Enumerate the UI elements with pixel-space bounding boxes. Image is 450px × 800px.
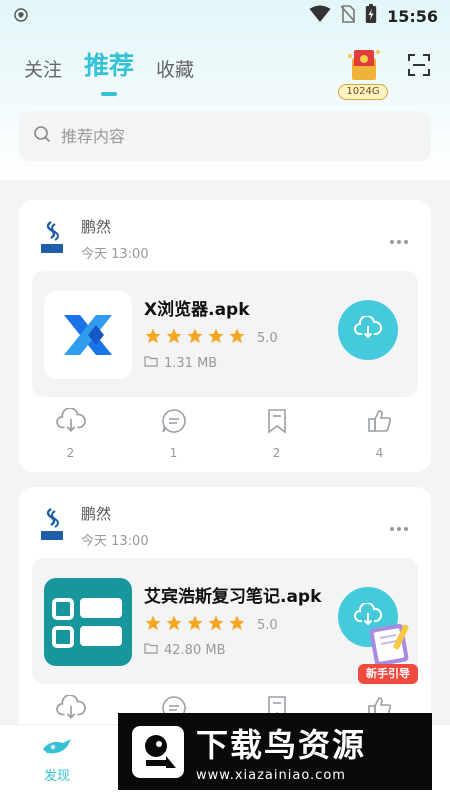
tab-follow[interactable]: 关注 bbox=[24, 55, 62, 82]
rating-stars: 5.0 bbox=[144, 327, 278, 349]
app-attachment[interactable]: X浏览器.apk 5.0 1.31 MB bbox=[32, 271, 418, 397]
star-icon bbox=[228, 614, 246, 636]
newbie-guide-button[interactable]: 新手引导 bbox=[358, 618, 418, 684]
watermark-logo bbox=[130, 724, 186, 780]
watermark-banner: 下载鸟资源 www.xiazainiao.com bbox=[118, 713, 432, 790]
app-size-value: 1.31 MB bbox=[164, 355, 218, 371]
post-card: 鹏然 今天 13:00 艾宾浩斯复习笔记.apk 5.0 42.80 MB bbox=[19, 487, 431, 747]
post-card: 鹏然 今天 13:00 X浏览器.apk 5.0 1.31 MB 2 1 2 4 bbox=[19, 200, 431, 472]
post-author[interactable]: 鹏然 今天 13:00 bbox=[39, 503, 149, 549]
author-avatar bbox=[39, 507, 65, 541]
download-button[interactable] bbox=[338, 300, 398, 360]
bookmark-icon bbox=[266, 408, 288, 438]
no-sim-icon bbox=[340, 5, 356, 27]
more-icon[interactable] bbox=[389, 230, 409, 249]
tab-favorites[interactable]: 收藏 bbox=[156, 55, 194, 82]
shield-icon bbox=[14, 7, 28, 26]
search-bar[interactable] bbox=[19, 111, 431, 161]
gift-badge: 1024G bbox=[338, 84, 388, 100]
search-icon bbox=[33, 125, 51, 147]
app-size: 1.31 MB bbox=[144, 355, 217, 371]
like-count: 4 bbox=[375, 446, 384, 460]
battery-icon bbox=[365, 4, 377, 28]
download-action[interactable]: 2 bbox=[19, 407, 122, 460]
comment-icon bbox=[161, 408, 187, 438]
star-icon bbox=[165, 614, 183, 636]
folder-icon bbox=[144, 642, 158, 658]
star-icon bbox=[207, 327, 225, 349]
rating-stars: 5.0 bbox=[144, 614, 278, 636]
cloud-download-icon bbox=[354, 314, 383, 344]
like-action[interactable]: 4 bbox=[328, 408, 431, 460]
star-icon bbox=[207, 614, 225, 636]
app-name: 艾宾浩斯复习笔记.apk bbox=[144, 587, 322, 607]
star-icon bbox=[165, 327, 183, 349]
gift-button[interactable]: 1024G bbox=[338, 44, 390, 100]
author-name: 鹏然 bbox=[81, 218, 112, 236]
rating-value: 5.0 bbox=[257, 617, 278, 633]
star-icon bbox=[228, 327, 246, 349]
top-tabs: 关注 推荐 收藏 bbox=[24, 46, 194, 82]
clock: 15:56 bbox=[387, 6, 438, 26]
watermark-url: www.xiazainiao.com bbox=[196, 768, 346, 783]
discover-icon bbox=[41, 735, 73, 761]
cloud-download-icon bbox=[55, 694, 86, 725]
star-icon bbox=[144, 327, 162, 349]
gift-icon bbox=[346, 44, 382, 88]
search-input[interactable] bbox=[61, 126, 401, 146]
comment-count: 1 bbox=[169, 446, 178, 460]
post-time: 今天 13:00 bbox=[81, 247, 149, 262]
download-count: 2 bbox=[66, 446, 75, 460]
rating-value: 5.0 bbox=[257, 330, 278, 346]
status-bar: 15:56 bbox=[0, 0, 450, 32]
watermark-title: 下载鸟资源 bbox=[196, 726, 367, 764]
app-icon-x-browser bbox=[44, 291, 132, 379]
app-size-value: 42.80 MB bbox=[164, 642, 226, 658]
comment-action[interactable]: 1 bbox=[122, 408, 225, 460]
newbie-guide-label: 新手引导 bbox=[358, 664, 418, 684]
author-name: 鹏然 bbox=[81, 505, 112, 523]
nav-discover[interactable]: 发现 bbox=[22, 735, 92, 784]
wifi-icon bbox=[309, 5, 331, 27]
bookmark-action[interactable]: 2 bbox=[225, 408, 328, 460]
app-name: X浏览器.apk bbox=[144, 300, 250, 320]
bookmark-count: 2 bbox=[272, 446, 281, 460]
tab-recommend[interactable]: 推荐 bbox=[84, 46, 134, 82]
post-author[interactable]: 鹏然 今天 13:00 bbox=[39, 216, 149, 262]
app-size: 42.80 MB bbox=[144, 642, 225, 658]
post-actions: 2 1 2 4 bbox=[19, 407, 431, 460]
star-icon bbox=[144, 614, 162, 636]
cloud-download-icon bbox=[55, 407, 86, 438]
thumbs-up-icon bbox=[367, 408, 393, 438]
star-icon bbox=[186, 614, 204, 636]
post-time: 今天 13:00 bbox=[81, 534, 149, 549]
more-icon[interactable] bbox=[389, 517, 409, 536]
app-icon-notes bbox=[44, 578, 132, 666]
scan-icon[interactable] bbox=[408, 54, 430, 80]
author-avatar bbox=[39, 220, 65, 254]
download-action[interactable] bbox=[19, 694, 122, 725]
folder-icon bbox=[144, 355, 158, 371]
star-icon bbox=[186, 327, 204, 349]
nav-discover-label: 发现 bbox=[43, 769, 70, 784]
